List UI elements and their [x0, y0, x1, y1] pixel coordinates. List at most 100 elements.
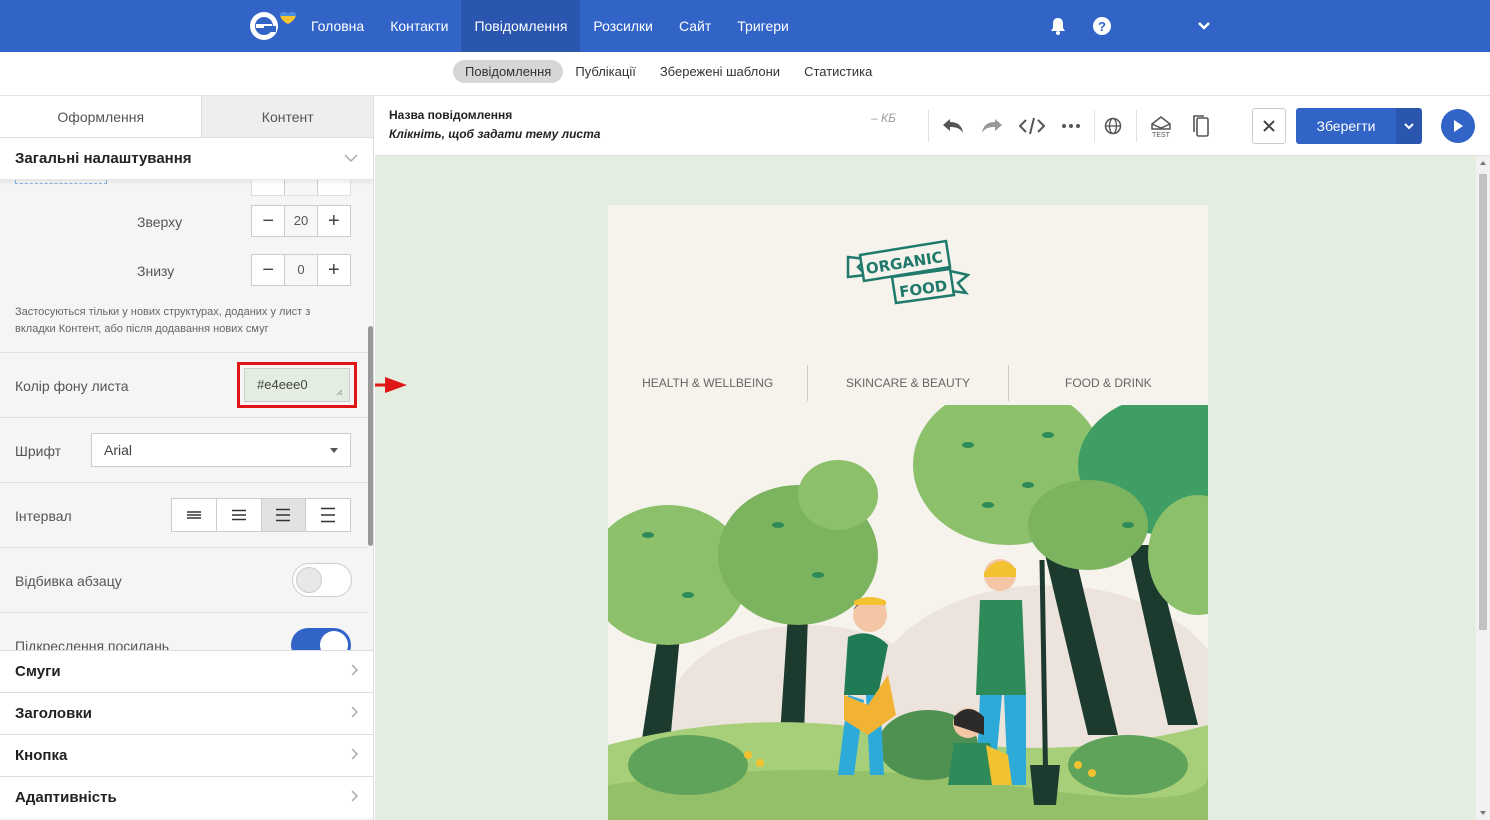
paragraph-spacing-label: Відбивка абзацу: [15, 573, 122, 589]
subnav-saved-templates[interactable]: Збережені шаблони: [648, 60, 792, 83]
line-spacing-tight-icon[interactable]: [172, 499, 217, 531]
font-value: Arial: [104, 442, 133, 458]
nav-item-messages[interactable]: Повідомлення: [461, 0, 581, 52]
message-name[interactable]: Назва повідомлення: [389, 108, 512, 122]
svg-text:TEST: TEST: [1152, 132, 1171, 139]
structures-hint: Застосуються тільки у нових структурах, …: [15, 306, 311, 335]
mobile-preview-icon[interactable]: [1185, 110, 1217, 142]
accordion-adaptivity[interactable]: Адаптивність: [0, 776, 373, 818]
padding-top-value[interactable]: 20: [284, 206, 318, 236]
more-icon[interactable]: [1055, 110, 1087, 142]
test-email-icon[interactable]: TEST: [1145, 110, 1177, 142]
line-spacing-group: [171, 498, 351, 532]
nav-item-site[interactable]: Сайт: [666, 0, 724, 52]
nav-item-triggers[interactable]: Тригери: [724, 0, 802, 52]
divider: [0, 482, 368, 483]
accordion-label: Смуги: [15, 663, 61, 680]
sub-navigation: Повідомлення Публікації Збережені шаблон…: [0, 52, 1490, 96]
line-spacing-wide-icon[interactable]: [306, 499, 350, 531]
canvas-scrollbar[interactable]: [1476, 156, 1490, 820]
globe-icon[interactable]: [1097, 110, 1129, 142]
line-spacing-normal-icon[interactable]: [217, 499, 262, 531]
accordion-stripes[interactable]: Смуги: [0, 650, 373, 692]
chevron-right-icon: [351, 747, 359, 765]
bell-icon[interactable]: [1046, 14, 1070, 38]
padding-top-stepper: − 20 +: [251, 205, 351, 237]
message-subject[interactable]: Клікніть, щоб задати тему листа: [389, 127, 600, 141]
panel-tabs: Оформлення Контент: [0, 96, 373, 138]
chevron-right-icon: [351, 705, 359, 723]
chevron-down-icon: [1404, 122, 1414, 129]
save-dropdown-button[interactable]: [1396, 108, 1422, 144]
settings-panel: Оформлення Контент Загальні налаштування…: [0, 96, 374, 820]
divider: [1136, 110, 1137, 142]
nav-item-home[interactable]: Головна: [298, 0, 377, 52]
nav-item-mailings[interactable]: Розсилки: [580, 0, 666, 52]
top-navigation-bar: Головна Контакти Повідомлення Розсилки С…: [0, 0, 1490, 52]
scroll-down-icon: [1480, 811, 1486, 815]
link-underline-label: Підкреслення посилань: [15, 638, 170, 650]
chevron-right-icon: [351, 663, 359, 681]
accordion-headings[interactable]: Заголовки: [0, 692, 373, 734]
svg-text:?: ?: [1098, 19, 1106, 34]
line-spacing-medium-icon[interactable]: [261, 499, 307, 531]
scrollbar-thumb[interactable]: [1479, 174, 1487, 630]
subnav-messages[interactable]: Повідомлення: [453, 60, 564, 83]
help-icon[interactable]: ?: [1090, 14, 1114, 38]
divider: [0, 352, 368, 353]
divider: [0, 612, 368, 613]
settings-scroll-area: Зверху − 20 + Знизу − 0 + Застосуються т…: [0, 180, 368, 650]
subnav-publications[interactable]: Публікації: [563, 60, 647, 83]
divider: [1094, 110, 1095, 142]
send-button[interactable]: [1441, 109, 1475, 143]
app-logo[interactable]: [248, 8, 298, 44]
link-underline-toggle[interactable]: [291, 628, 351, 650]
email-preview[interactable]: ORGANIC FOOD HEALTH & WELLBEING SKINCARE…: [608, 205, 1208, 820]
divider: [0, 417, 368, 418]
email-menu: HEALTH & WELLBEING SKINCARE & BEAUTY FOO…: [608, 365, 1208, 401]
code-icon[interactable]: [1016, 110, 1048, 142]
email-menu-item[interactable]: FOOD & DRINK: [1009, 365, 1208, 401]
tab-design[interactable]: Оформлення: [0, 96, 202, 137]
undo-icon[interactable]: [937, 110, 969, 142]
divider: [0, 547, 368, 548]
play-icon: [1454, 120, 1463, 132]
plus-icon[interactable]: +: [318, 255, 350, 285]
font-select[interactable]: Arial: [91, 433, 351, 467]
paragraph-spacing-toggle[interactable]: [292, 563, 352, 597]
minus-icon[interactable]: −: [252, 255, 284, 285]
panel-scrollbar[interactable]: [368, 326, 373, 546]
minus-icon[interactable]: −: [252, 206, 284, 236]
padding-bottom-label: Знизу: [137, 263, 175, 279]
spacing-label: Інтервал: [15, 508, 72, 524]
main-nav: Головна Контакти Повідомлення Розсилки С…: [298, 0, 802, 52]
chevron-down-icon[interactable]: [1192, 14, 1216, 38]
settings-accordion: Смуги Заголовки Кнопка Адаптивність: [0, 650, 373, 818]
plus-icon[interactable]: +: [318, 206, 350, 236]
padding-bottom-stepper: − 0 +: [251, 254, 351, 286]
nav-item-contacts[interactable]: Контакти: [377, 0, 461, 52]
email-canvas: ORGANIC FOOD HEALTH & WELLBEING SKINCARE…: [375, 156, 1490, 820]
email-menu-item[interactable]: HEALTH & WELLBEING: [608, 365, 809, 401]
bg-color-label: Колір фону листа: [15, 378, 129, 394]
general-settings-header[interactable]: Загальні налаштування: [0, 138, 373, 180]
padding-bottom-value[interactable]: 0: [284, 255, 318, 285]
close-icon: [1263, 120, 1275, 132]
message-size: – КБ: [871, 111, 896, 125]
organic-food-logo: ORGANIC FOOD: [846, 239, 970, 305]
save-button[interactable]: Зберегти: [1296, 108, 1396, 144]
partial-stepper: [251, 180, 351, 196]
red-arrow-annotation: [375, 377, 407, 393]
email-menu-item[interactable]: SKINCARE & BEAUTY: [808, 365, 1009, 401]
accordion-button[interactable]: Кнопка: [0, 734, 373, 776]
accordion-label: Кнопка: [15, 747, 68, 764]
chevron-right-icon: [351, 789, 359, 807]
accordion-label: Заголовки: [15, 705, 93, 722]
highlight-box: [237, 362, 357, 408]
section-title: Загальні налаштування: [15, 150, 192, 167]
tab-content[interactable]: Контент: [201, 96, 373, 137]
subnav-statistics[interactable]: Статистика: [792, 60, 884, 83]
gardening-illustration: [608, 405, 1208, 820]
close-button[interactable]: [1252, 108, 1286, 144]
redo-icon[interactable]: [976, 110, 1008, 142]
